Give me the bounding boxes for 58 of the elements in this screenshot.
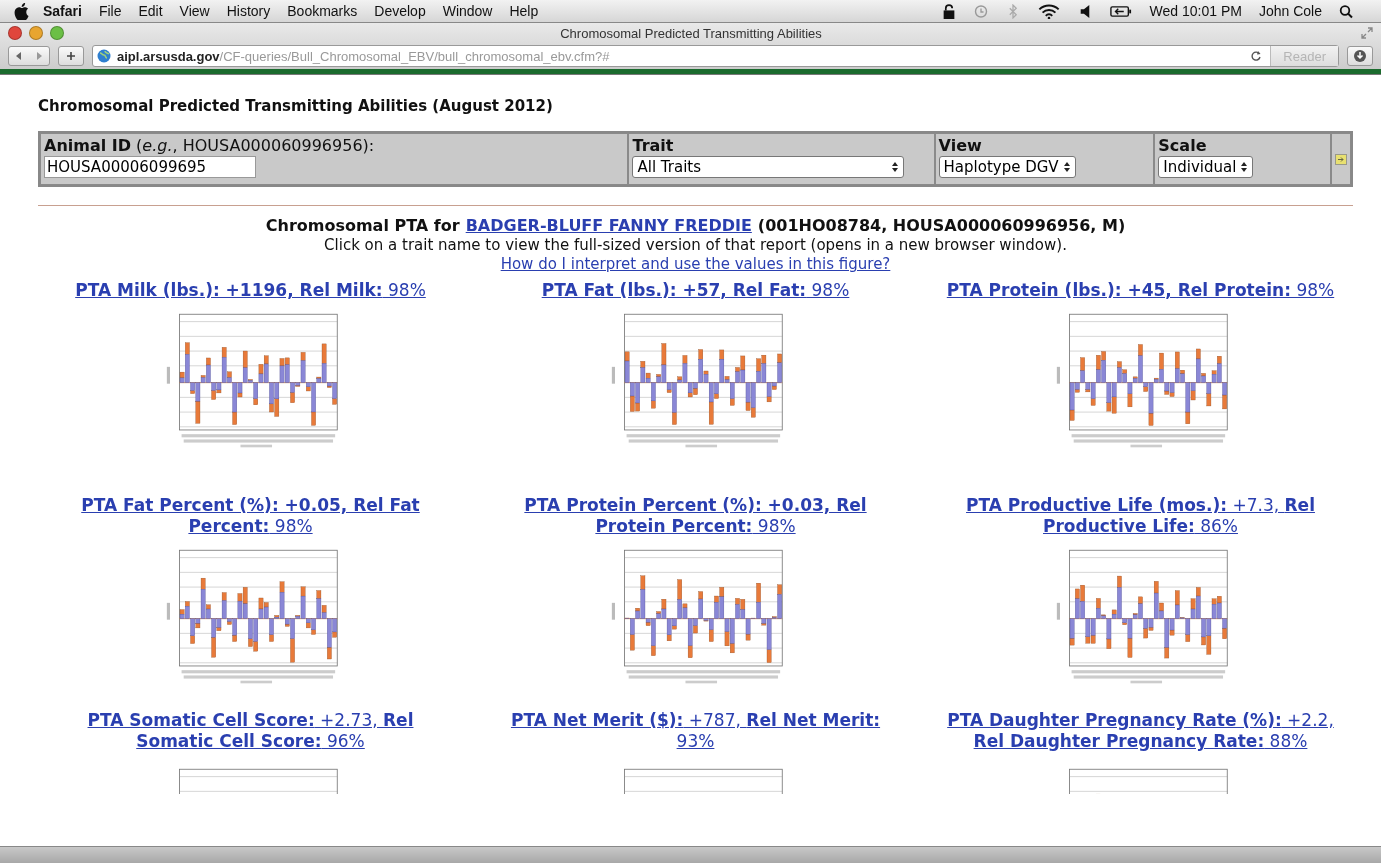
add-bookmark-button[interactable] xyxy=(58,46,84,66)
field-label: Scale xyxy=(1158,136,1208,155)
reload-icon[interactable] xyxy=(1250,50,1263,62)
menu-item[interactable]: History xyxy=(226,3,271,19)
wifi-icon[interactable] xyxy=(1037,3,1060,19)
clock-icon[interactable] xyxy=(973,3,988,19)
trait-report-link[interactable]: PTA Fat (lbs.): +57, Rel Fat: 98% xyxy=(541,280,850,301)
submit-button[interactable] xyxy=(1335,153,1347,165)
battery-icon[interactable] xyxy=(1109,3,1132,19)
globe-icon xyxy=(97,49,111,63)
updown-arrows-icon xyxy=(891,161,900,173)
menu-item[interactable]: Safari xyxy=(43,3,82,19)
field-label: Trait xyxy=(632,136,675,155)
dropdown[interactable]: Haplotype DGV xyxy=(938,156,1076,178)
search-icon[interactable] xyxy=(1339,3,1353,19)
arrow-icon xyxy=(1337,155,1345,163)
trait-report-link[interactable]: PTA Productive Life (mos.): +7.3, Rel Productive Life: 86% xyxy=(940,495,1341,537)
menu-item[interactable]: Bookmarks xyxy=(287,3,358,19)
trait-report-link[interactable]: PTA Protein (lbs.): +45, Rel Protein: 98% xyxy=(946,280,1335,301)
result-title: Chromosomal PTA for xyxy=(265,216,460,236)
trait-report-link[interactable]: PTA Daughter Pregnancy Rate (%): +2.2, Rel Daughter Pregnancy Rate: 88% xyxy=(940,710,1341,752)
animal-name-link[interactable]: BADGER-BLUFF FANNY FREDDIE xyxy=(465,216,752,236)
field-label: Animal ID (e.g., HOUSA000060996956): xyxy=(44,136,376,155)
trait-report-link[interactable]: PTA Protein Percent (%): +0.03, Rel Protein Percent: 98% xyxy=(495,495,896,537)
plus-icon xyxy=(66,51,76,61)
trait-report-link[interactable]: PTA Fat Percent (%): +0.05, Rel Fat Percent: 98% xyxy=(50,495,451,537)
zoom-button[interactable] xyxy=(50,26,64,40)
apple-logo-icon[interactable] xyxy=(14,2,29,20)
dropdown[interactable]: Individual xyxy=(1158,156,1254,178)
download-icon xyxy=(1353,49,1367,63)
animal-id-field[interactable]: HOUSA00006099695 xyxy=(44,156,256,178)
trait-report-link[interactable]: PTA Somatic Cell Score: +2.73, Rel Somatic Cell Score: 96% xyxy=(50,710,451,752)
menu-item[interactable]: Window xyxy=(442,3,493,19)
fullscreen-icon[interactable] xyxy=(1361,27,1373,39)
page-heading: Chromosomal Predicted Transmitting Abilities (August 2012) xyxy=(38,97,554,115)
menu-item[interactable]: Edit xyxy=(138,3,163,19)
animal-identifiers: (001HO08784, HOUSA000060996956, M) xyxy=(757,216,1126,236)
close-button[interactable] xyxy=(8,26,22,40)
downloads-button[interactable] xyxy=(1347,46,1373,66)
menu-clock[interactable]: Wed 10:01 PM xyxy=(1149,3,1242,19)
updown-arrows-icon xyxy=(1240,161,1249,173)
minimize-button[interactable] xyxy=(29,26,43,40)
window-title: Chromosomal Predicted Transmitting Abilities xyxy=(559,25,823,41)
field-label: View xyxy=(938,136,983,155)
trait-report-link[interactable]: PTA Milk (lbs.): +1196, Rel Milk: 98% xyxy=(75,280,426,301)
instructions-text: Click on a trait name to view the full-sized version of that report (opens in a new browser window). xyxy=(323,236,1068,255)
trait-report-link[interactable]: PTA Net Merit ($): +787, Rel Net Merit: 93% xyxy=(495,710,896,752)
url-text: aipl.arsusda.gov/CF-queries/Bull_Chromosomal_EBV/bull_chromosomal_ebv.cfm?# xyxy=(117,48,611,64)
menu-item[interactable]: View xyxy=(179,3,210,19)
dropdown[interactable]: All Traits xyxy=(632,156,905,178)
back-forward-buttons[interactable] xyxy=(8,46,50,66)
padlock-icon[interactable] xyxy=(941,3,956,19)
updown-arrows-icon xyxy=(1062,161,1071,173)
menu-item[interactable]: Help xyxy=(509,3,539,19)
menu-item[interactable]: File xyxy=(98,3,122,19)
help-link[interactable]: How do I interpret and use the values in this figure? xyxy=(500,255,891,273)
user-name[interactable]: John Cole xyxy=(1258,3,1322,19)
menu-item[interactable]: Develop xyxy=(374,3,426,19)
